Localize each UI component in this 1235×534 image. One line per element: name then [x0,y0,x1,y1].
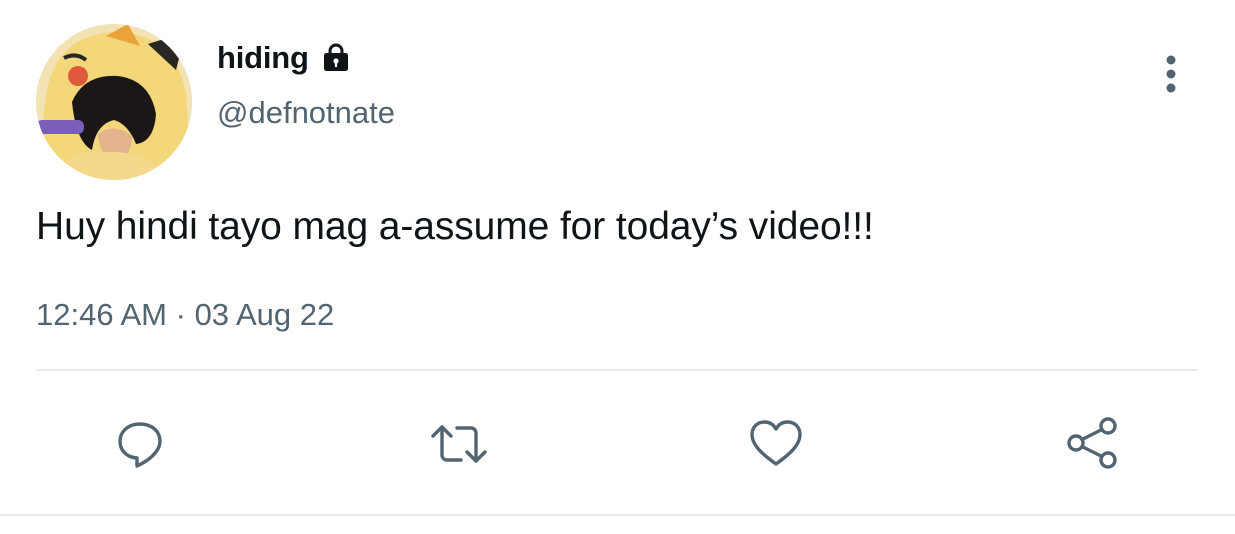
tweet-detail: hiding @defnotnate Huy hindi tayo mag a-… [0,0,1235,534]
heart-icon [750,420,802,466]
lock-icon [319,41,353,75]
meta-separator: · [175,297,186,332]
retweet-icon [431,425,487,463]
more-vertical-icon [1166,55,1176,93]
more-options-button[interactable] [1152,52,1190,100]
display-name[interactable]: hiding [217,40,309,76]
like-button[interactable] [744,412,808,476]
share-button[interactable] [1060,412,1124,476]
retweet-button[interactable] [427,412,491,476]
tweet-time: 12:46 AM [36,297,167,332]
tweet-date: 03 Aug 22 [194,297,335,332]
reply-icon [118,422,162,468]
reply-button[interactable] [108,412,172,476]
display-name-row: hiding [217,40,353,76]
avatar[interactable] [36,24,192,180]
tweet-text: Huy hindi tayo mag a-assume for today’s … [36,205,874,248]
share-icon [1067,417,1117,469]
user-handle[interactable]: @defnotnate [217,95,395,131]
bottom-divider [0,514,1235,516]
tweet-timestamp[interactable]: 12:46 AM · 03 Aug 22 [36,297,334,333]
avatar-image [36,24,192,180]
divider [36,369,1198,371]
